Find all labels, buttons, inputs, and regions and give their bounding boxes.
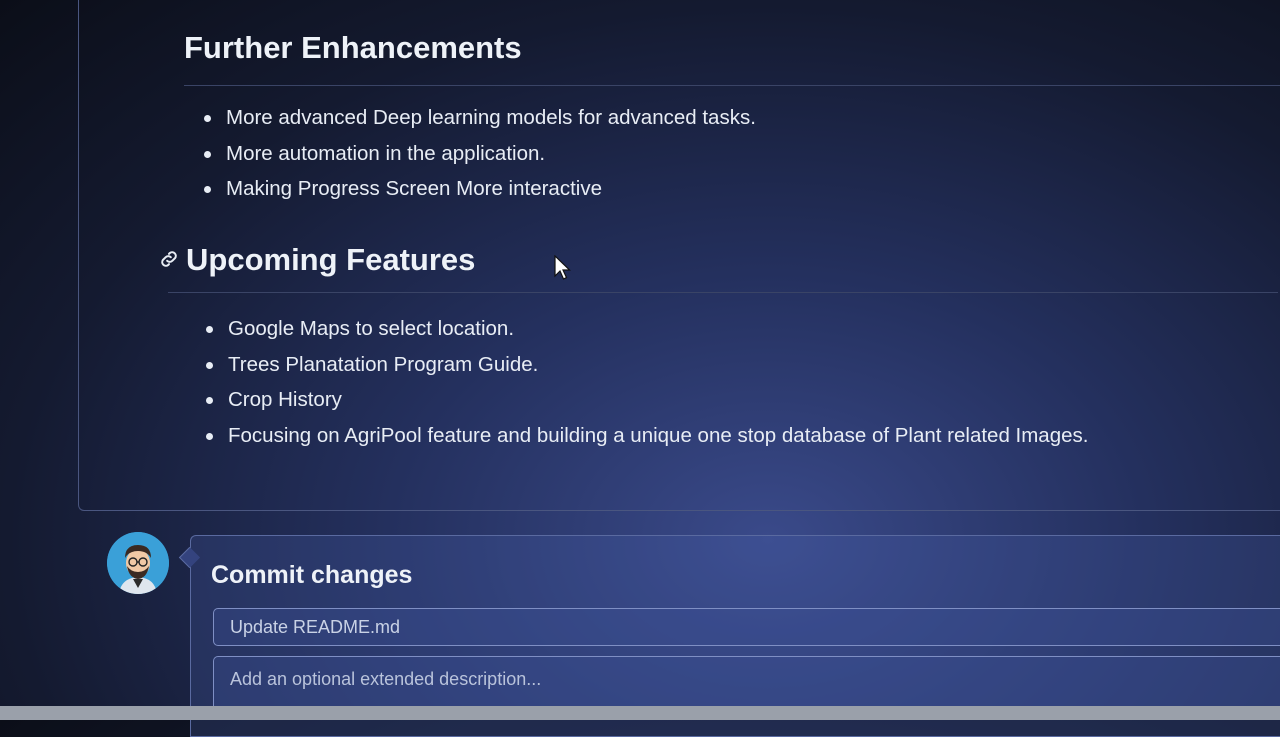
list-item: Focusing on AgriPool feature and buildin…: [206, 418, 1088, 454]
link-icon[interactable]: [158, 248, 180, 270]
list-item: More advanced Deep learning models for a…: [204, 100, 756, 136]
mouse-cursor-icon: [554, 255, 571, 280]
heading-divider: [168, 292, 1278, 293]
commit-changes-title: Commit changes: [211, 561, 413, 589]
commit-summary-input[interactable]: [213, 608, 1280, 646]
avatar[interactable]: [107, 532, 169, 594]
further-enhancements-list: More advanced Deep learning models for a…: [204, 100, 756, 207]
list-item: Making Progress Screen More interactive: [204, 171, 756, 207]
user-avatar-icon: [107, 532, 169, 594]
window-bottom-edge: [0, 706, 1280, 720]
upcoming-features-list: Google Maps to select location. Trees Pl…: [206, 311, 1088, 453]
list-item: Crop History: [206, 382, 1088, 418]
further-enhancements-heading: Further Enhancements: [184, 30, 522, 65]
list-item: Trees Planatation Program Guide.: [206, 347, 1088, 383]
list-item: More automation in the application.: [204, 136, 756, 172]
upcoming-features-heading: Upcoming Features: [186, 242, 476, 277]
list-item: Google Maps to select location.: [206, 311, 1088, 347]
heading-divider: [184, 85, 1280, 86]
